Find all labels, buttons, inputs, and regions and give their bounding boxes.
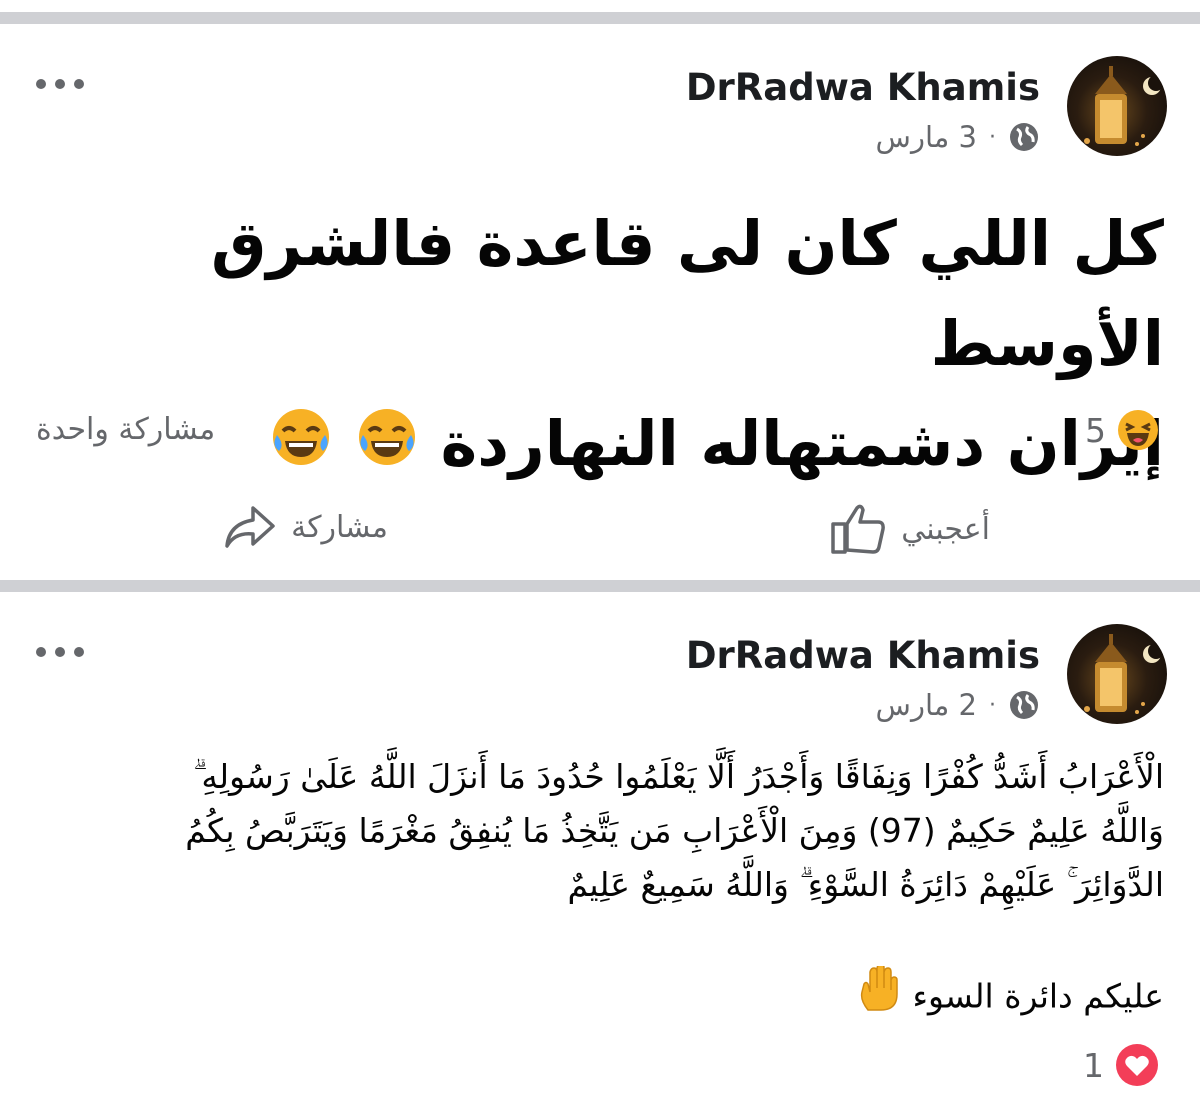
share-button[interactable]: مشاركة xyxy=(223,504,388,550)
tears-of-joy-emoji-icon xyxy=(269,398,333,498)
verse-line-3: الدَّوَائِرَ ۚ عَلَيْهِمْ دَائِرَةُ السَ… xyxy=(567,865,1164,904)
more-options-icon[interactable] xyxy=(36,647,84,657)
post-author-name[interactable]: DrRadwa Khamis xyxy=(686,66,1040,109)
meta-separator: · xyxy=(989,124,996,150)
reaction-count: 5 xyxy=(1085,410,1106,450)
globe-icon xyxy=(1010,123,1038,151)
meta-separator: · xyxy=(989,692,996,718)
verse-line-1: الْأَعْرَابُ أَشَدُّ كُفْرًا وَنِفَاقًا … xyxy=(193,757,1164,796)
lantern-avatar-image xyxy=(1084,66,1164,146)
like-button[interactable]: أعجبني xyxy=(829,504,990,554)
shares-count[interactable]: مشاركة واحدة xyxy=(36,412,215,447)
feed-divider-top xyxy=(0,12,1200,24)
share-arrow-icon xyxy=(225,506,275,548)
avatar[interactable] xyxy=(1067,624,1167,724)
globe-icon xyxy=(1010,691,1038,719)
post-meta: 2 مارس · xyxy=(876,688,1040,722)
post-card-1: DrRadwa Khamis 3 مارس · كل اللي كان لى ق… xyxy=(0,24,1200,580)
like-label: أعجبني xyxy=(901,511,990,547)
feed-divider-middle xyxy=(0,580,1200,592)
text-spacer xyxy=(24,912,1164,966)
post-text-line-1: كل اللي كان لى قاعدة فالشرق الأوسط xyxy=(210,207,1164,380)
comment-line-row: عليكم دائرة السوء xyxy=(24,963,1164,1030)
post-card-2: DrRadwa Khamis 2 مارس · الْأَعْرَابُ أَش… xyxy=(0,592,1200,1112)
post-date[interactable]: 3 مارس xyxy=(876,120,977,154)
post-author-name[interactable]: DrRadwa Khamis xyxy=(686,634,1040,677)
comment-line: عليكم دائرة السوء xyxy=(912,976,1164,1016)
post-text: كل اللي كان لى قاعدة فالشرق الأوسط إيران… xyxy=(24,194,1164,498)
share-label: مشاركة xyxy=(291,509,388,545)
post-text-line-2: إيران دشمتهاله النهاردة xyxy=(440,407,1164,480)
post-date[interactable]: 2 مارس xyxy=(876,688,977,722)
post-meta: 3 مارس · xyxy=(876,120,1040,154)
avatar[interactable] xyxy=(1067,56,1167,156)
like-thumb-icon xyxy=(831,504,886,554)
tears-of-joy-emoji-icon xyxy=(355,398,419,498)
verse-line-2: وَاللَّهُ عَلِيمٌ حَكِيمٌ (97) وَمِنَ ال… xyxy=(185,811,1164,850)
lantern-avatar-image xyxy=(1084,634,1164,714)
haha-reaction-icon xyxy=(1118,410,1158,450)
love-reaction-icon xyxy=(1116,1044,1158,1086)
reaction-summary[interactable]: 5 xyxy=(1085,408,1160,452)
post-text: الْأَعْرَابُ أَشَدُّ كُفْرًا وَنِفَاقًا … xyxy=(24,750,1164,1030)
reaction-count: 1 xyxy=(1083,1045,1104,1085)
reaction-summary[interactable]: 1 xyxy=(1083,1042,1160,1088)
more-options-icon[interactable] xyxy=(36,79,84,89)
raised-hand-emoji-icon xyxy=(858,963,902,1030)
